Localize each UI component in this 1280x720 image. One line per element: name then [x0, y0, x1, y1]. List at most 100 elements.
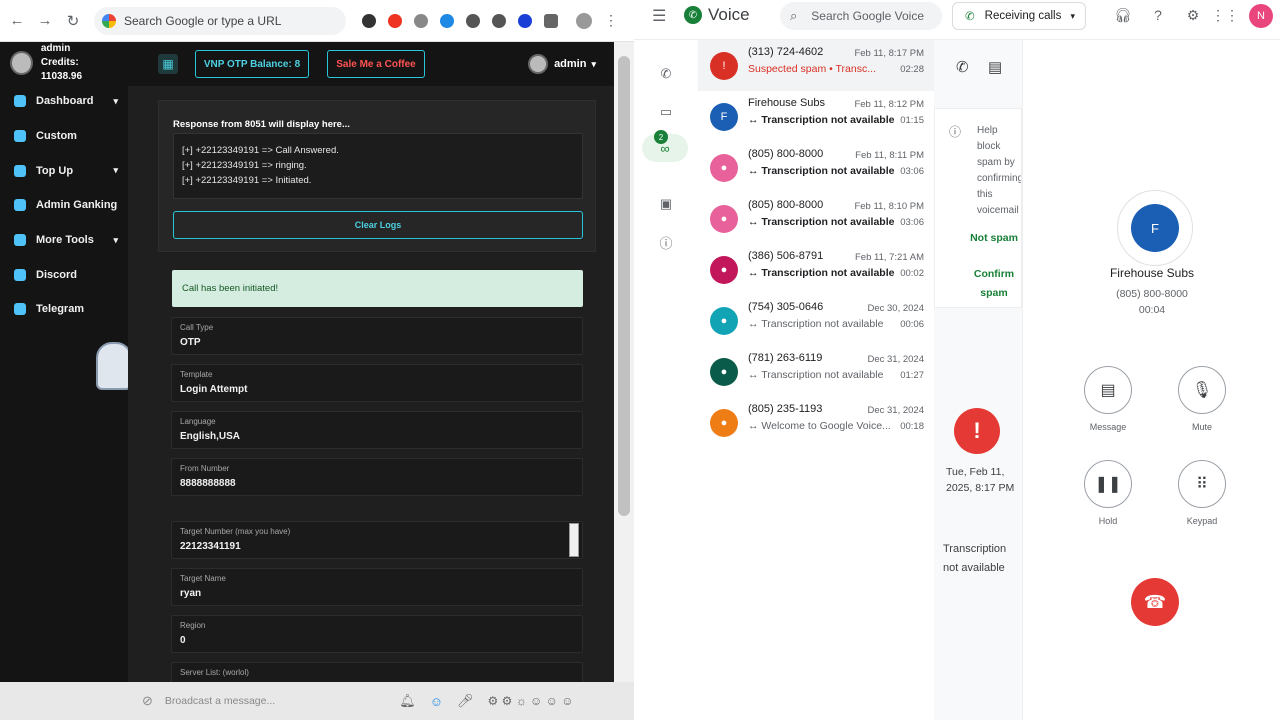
call-list-item[interactable]: F Firehouse Subs Feb 11, 8:12 PM ↔ Transcri… [698, 91, 934, 142]
call-number: Firehouse Subs [748, 97, 826, 109]
log-line: [+] +22123349191 => ringing. [182, 160, 307, 171]
sidebar-item-custom[interactable]: Custom [0, 119, 128, 154]
emoji-icon[interactable]: ☺ [430, 694, 443, 709]
extension-icon[interactable] [492, 13, 506, 28]
nav-label: Dashboard [36, 95, 94, 108]
call-date: Dec 30, 2024 [867, 303, 924, 314]
address-bar[interactable]: Search Google or type a URL [94, 6, 346, 35]
mic-icon[interactable]: 🎤︎ [457, 693, 474, 709]
extension-icon[interactable] [466, 13, 480, 28]
gear-icon[interactable]: ⚙ [1184, 6, 1202, 24]
field-value: Login Attempt [180, 384, 248, 395]
confirm-spam-link[interactable]: Confirm spam [969, 265, 1019, 303]
form-field-call[interactable]: Call Type OTP [171, 317, 583, 355]
extension-icon[interactable] [362, 13, 376, 28]
call-list-item[interactable]: ! (313) 724-4602 Feb 11, 8:17 PM Suspected … [698, 40, 934, 91]
messages-icon[interactable]: ▭ [652, 98, 680, 126]
call-list-item[interactable]: ● (781) 263-6119 Dec 31, 2024 ↔ Transcripti… [698, 346, 934, 397]
mute-button[interactable]: 🎙︎ [1178, 366, 1226, 414]
bell-icon[interactable]: 🔔︎ [399, 693, 416, 709]
extension-icon[interactable] [440, 13, 454, 28]
call-icon[interactable]: ✆ [956, 58, 969, 76]
spam-help-text: Help block spam by confirming this voice… [977, 125, 1021, 216]
keypad-button[interactable]: ⠿ [1178, 460, 1226, 508]
puzzle-icon[interactable] [544, 13, 558, 28]
hamburger-icon[interactable]: ☰ [652, 6, 666, 26]
scroll-thumb[interactable] [618, 56, 630, 516]
response-card: Response from 8051 will display here... … [158, 100, 596, 252]
keypad-label: Keypad [1186, 516, 1218, 526]
toolbar-icons[interactable]: ⚙ ⚙ ☼ ☺ ☺ ☺ [488, 694, 574, 708]
form-field-from[interactable]: From Number 8888888888 [171, 458, 583, 496]
hold-button[interactable]: ❚❚ [1084, 460, 1132, 508]
not-spam-link[interactable]: Not spam [969, 229, 1019, 248]
broadcast-input[interactable]: Broadcast a message... [165, 695, 275, 707]
menu-dots-icon[interactable]: ⋮ [604, 12, 618, 29]
call-list-item[interactable]: ● (805) 800-8000 Feb 11, 8:10 PM ↔ Transcri… [698, 193, 934, 244]
help-icon[interactable]: ? [1149, 6, 1167, 24]
call-list-item[interactable]: ● (386) 506-8791 Feb 11, 7:21 AM ↔ Transcri… [698, 244, 934, 295]
reload-icon[interactable]: ↻ [62, 10, 84, 32]
sidebar-item-dashboard[interactable]: Dashboard ▾ [0, 84, 128, 119]
app-name: Voice [708, 5, 750, 24]
call-subtitle: ↔ Transcription not available [748, 165, 895, 177]
form-field-target[interactable]: Target Number (max you have) 22123341191 [171, 521, 583, 559]
field-value: 0 [180, 635, 186, 646]
field-label: From Number [180, 464, 230, 473]
end-call-button[interactable]: ☎ [1131, 578, 1179, 626]
sidebar-item-top-up[interactable]: Top Up ▾ [0, 153, 128, 188]
search-placeholder: Search Google Voice [811, 9, 925, 23]
clear-logs-button[interactable]: Clear Logs [173, 211, 583, 239]
balance-button[interactable]: VNP OTP Balance: 8 [195, 50, 309, 78]
sidebar-item-more-tools[interactable]: More Tools ▾ [0, 223, 128, 258]
form-field-region[interactable]: Region 0 [171, 615, 583, 653]
calls-icon[interactable]: ✆ [652, 60, 680, 88]
attach-icon[interactable]: ⊘ [142, 693, 153, 709]
sidebar-item-admin-ganking[interactable]: Admin Ganking [0, 188, 128, 223]
voicemail-badge: 2 [654, 130, 668, 144]
caller-avatar-ring: F [1117, 190, 1193, 266]
profile-avatar[interactable] [576, 12, 592, 29]
nav-list: Dashboard ▾ Custom Top Up ▾ Admin Ganking More… [0, 84, 128, 327]
calendar-icon[interactable]: ▣ [652, 190, 680, 218]
headset-icon[interactable]: 🎧︎ [1114, 6, 1132, 24]
call-duration: 02:28 [900, 64, 924, 75]
call-date: Dec 31, 2024 [867, 354, 924, 365]
call-list-item[interactable]: ● (805) 800-8000 Feb 11, 8:11 PM ↔ Transcri… [698, 142, 934, 193]
sidebar-item-discord[interactable]: Discord [0, 257, 128, 292]
header-user-menu[interactable]: admin ▾ [528, 54, 596, 74]
call-number: (313) 724-4602 [748, 46, 824, 58]
call-duration: 03:06 [900, 217, 924, 228]
form-field-target[interactable]: Target Name ryan [171, 568, 583, 606]
receiving-calls-dropdown[interactable]: ✆ Receiving calls ▾ [952, 2, 1086, 30]
message-icon[interactable]: ▤ [988, 58, 1002, 76]
number-spinner[interactable] [569, 523, 579, 557]
message-button[interactable]: ▤ [1084, 366, 1132, 414]
info-icon[interactable]: ⓘ [652, 228, 680, 256]
back-icon[interactable]: ← [6, 10, 28, 32]
call-number: (386) 506-8791 [748, 250, 824, 262]
menu-toggle-icon[interactable]: ▦ [158, 54, 178, 74]
extension-icon[interactable] [414, 13, 428, 28]
form-field-language[interactable]: Language English,USA [171, 411, 583, 449]
nav-icon [14, 303, 26, 316]
call-list-item[interactable]: ● (805) 235-1193 Dec 31, 2024 ↔ Welcome to … [698, 397, 934, 448]
forward-icon[interactable]: → [34, 10, 56, 32]
extension-icon[interactable] [518, 13, 532, 28]
apps-grid-icon[interactable]: ⋮⋮ [1211, 6, 1239, 24]
avatar [10, 51, 33, 75]
coffee-button[interactable]: Sale Me a Coffee [327, 50, 425, 78]
account-avatar[interactable]: N [1249, 4, 1273, 28]
nav-label: Discord [36, 268, 77, 281]
call-number: (805) 235-1193 [748, 403, 823, 415]
keypad-icon: ⠿ [1196, 476, 1208, 493]
nav-rail: ✆ ▭ ∞ 2 ▣ ⓘ [634, 40, 698, 720]
response-title: Response from 8051 will display here... [173, 119, 350, 130]
page-scrollbar[interactable] [614, 42, 634, 682]
call-list-item[interactable]: ● (754) 305-0646 Dec 30, 2024 ↔ Transcripti… [698, 295, 934, 346]
voice-search-input[interactable]: ⌕ Search Google Voice [780, 2, 942, 30]
opera-icon[interactable] [388, 13, 402, 28]
message-label: Message [1089, 422, 1127, 432]
form-field-template[interactable]: Template Login Attempt [171, 364, 583, 402]
sidebar-item-telegram[interactable]: Telegram [0, 292, 128, 327]
